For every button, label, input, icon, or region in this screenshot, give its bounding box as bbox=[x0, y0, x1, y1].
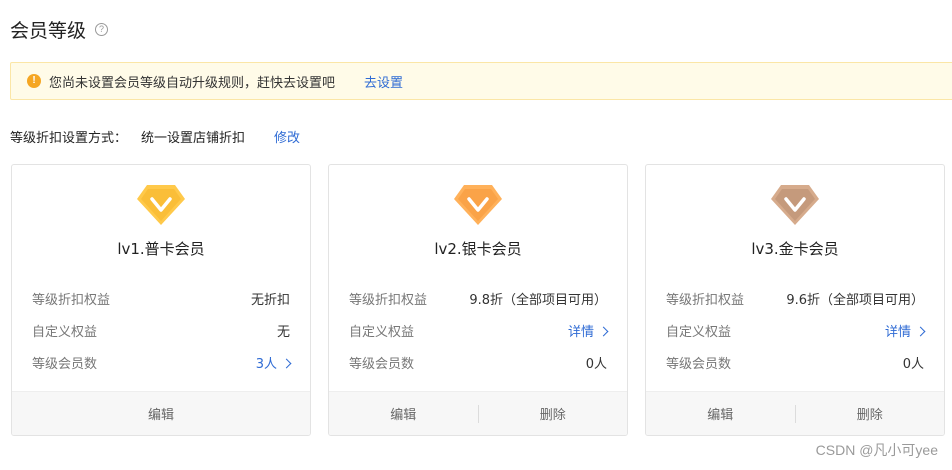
custom-benefit-row: 自定义权益 详情 bbox=[666, 321, 926, 340]
page-title: 会员等级 bbox=[10, 20, 87, 42]
row-label: 自定义权益 bbox=[32, 325, 98, 340]
delete-button[interactable]: 删除 bbox=[796, 404, 945, 423]
go-settings-link[interactable]: 去设置 bbox=[364, 72, 403, 91]
discount-setting-value: 统一设置店铺折扣 bbox=[141, 131, 246, 146]
row-label: 等级折扣权益 bbox=[32, 293, 111, 308]
edit-button[interactable]: 编辑 bbox=[12, 404, 310, 423]
row-value: 9.6折（全部项目可用） bbox=[786, 293, 924, 308]
help-icon[interactable]: ? bbox=[95, 23, 109, 36]
edit-button[interactable]: 编辑 bbox=[646, 404, 795, 423]
level-badge-icon bbox=[454, 185, 502, 225]
edit-button[interactable]: 编辑 bbox=[329, 404, 478, 423]
member-count-value: 3人 bbox=[255, 357, 277, 372]
discount-benefit-row: 等级折扣权益 9.6折（全部项目可用） bbox=[666, 289, 924, 308]
row-value: 9.8折（全部项目可用） bbox=[469, 293, 607, 308]
discount-benefit-row: 等级折扣权益 无折扣 bbox=[32, 289, 290, 308]
row-label: 等级会员数 bbox=[666, 357, 732, 372]
delete-button[interactable]: 删除 bbox=[479, 404, 628, 423]
page-header: 会员等级 ? bbox=[10, 16, 109, 43]
card-footer: 编辑 删除 bbox=[329, 391, 627, 435]
level-badge-icon bbox=[137, 185, 185, 225]
level-name: lv2.银卡会员 bbox=[434, 240, 522, 258]
member-count-row: 等级会员数 0人 bbox=[349, 353, 607, 372]
card-footer: 编辑 bbox=[12, 391, 310, 435]
row-label: 等级折扣权益 bbox=[666, 293, 745, 308]
discount-setting-row: 等级折扣设置方式： 统一设置店铺折扣 修改 bbox=[10, 127, 300, 146]
level-badge-icon bbox=[771, 185, 819, 225]
member-count-value: 0人 bbox=[585, 357, 607, 372]
level-card-lv1: lv1.普卡会员 等级折扣权益 无折扣 自定义权益 无 等级会员数 3人 编辑 bbox=[11, 164, 311, 436]
discount-benefit-row: 等级折扣权益 9.8折（全部项目可用） bbox=[349, 289, 607, 308]
modify-link[interactable]: 修改 bbox=[274, 127, 300, 146]
details-label: 详情 bbox=[567, 325, 594, 340]
chevron-right-icon bbox=[281, 358, 292, 369]
row-label: 自定义权益 bbox=[666, 325, 732, 340]
custom-benefit-row: 自定义权益 详情 bbox=[349, 321, 609, 340]
chevron-right-icon bbox=[915, 326, 926, 337]
row-label: 自定义权益 bbox=[349, 325, 415, 340]
upgrade-rule-notice: ! 您尚未设置会员等级自动升级规则，赶快去设置吧 去设置 bbox=[10, 62, 952, 100]
member-count-link[interactable]: 3人 bbox=[255, 353, 292, 372]
notice-message: 您尚未设置会员等级自动升级规则，赶快去设置吧 bbox=[49, 75, 336, 91]
level-name: lv1.普卡会员 bbox=[117, 240, 205, 258]
level-name: lv3.金卡会员 bbox=[751, 240, 839, 258]
custom-benefit-row: 自定义权益 无 bbox=[32, 321, 290, 340]
row-label: 等级折扣权益 bbox=[349, 293, 428, 308]
member-count-value: 0人 bbox=[902, 357, 924, 372]
discount-setting-label: 等级折扣设置方式： bbox=[10, 131, 128, 146]
details-link[interactable]: 详情 bbox=[567, 321, 609, 340]
row-value: 无折扣 bbox=[250, 293, 290, 308]
row-label: 等级会员数 bbox=[349, 357, 415, 372]
chevron-right-icon bbox=[598, 326, 609, 337]
details-label: 详情 bbox=[884, 325, 911, 340]
level-card-lv2: lv2.银卡会员 等级折扣权益 9.8折（全部项目可用） 自定义权益 详情 等级… bbox=[328, 164, 628, 436]
row-value: 无 bbox=[276, 325, 290, 340]
watermark: CSDN @凡小可yee bbox=[815, 442, 938, 458]
card-footer: 编辑 删除 bbox=[646, 391, 944, 435]
warning-icon: ! bbox=[27, 74, 41, 88]
member-count-row: 等级会员数 0人 bbox=[666, 353, 924, 372]
row-label: 等级会员数 bbox=[32, 357, 98, 372]
details-link[interactable]: 详情 bbox=[884, 321, 926, 340]
member-count-row: 等级会员数 3人 bbox=[32, 353, 292, 372]
level-card-lv3: lv3.金卡会员 等级折扣权益 9.6折（全部项目可用） 自定义权益 详情 等级… bbox=[645, 164, 945, 436]
